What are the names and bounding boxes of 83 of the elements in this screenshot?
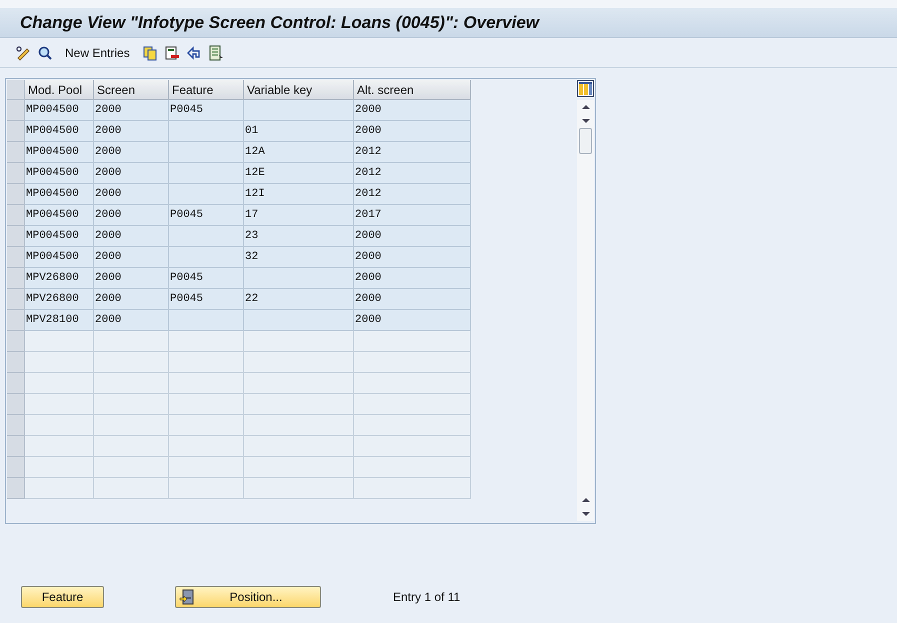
table-cell: 2000 — [94, 226, 169, 247]
select-all-corner[interactable] — [7, 80, 25, 100]
row-selector[interactable] — [7, 436, 25, 457]
table-cell: 01 — [244, 121, 354, 142]
table-cell: MP004500 — [25, 226, 94, 247]
table-cell: 2000 — [94, 310, 169, 331]
table-cell: 2000 — [94, 121, 169, 142]
table-cell: MP004500 — [25, 142, 94, 163]
row-selector[interactable] — [7, 247, 25, 268]
table-cell: 2012 — [354, 184, 471, 205]
row-selector[interactable] — [7, 121, 25, 142]
row-selector[interactable] — [7, 289, 25, 310]
copy-icon[interactable] — [142, 44, 158, 60]
table-cell: 23 — [244, 226, 354, 247]
table-cell: 32 — [244, 247, 354, 268]
table-cell: 2000 — [94, 205, 169, 226]
table-cell: 22 — [244, 289, 354, 310]
scrollbar[interactable] — [577, 100, 594, 521]
row-selector[interactable] — [7, 478, 25, 499]
row-selector[interactable] — [7, 394, 25, 415]
table-cell: MP004500 — [25, 184, 94, 205]
table-cell: P0045 — [169, 289, 244, 310]
table-cell: 2000 — [94, 247, 169, 268]
row-selector[interactable] — [7, 331, 25, 352]
position-button[interactable]: Position... — [175, 586, 321, 608]
table-cell: MP004500 — [25, 121, 94, 142]
table-cell: P0045 — [169, 268, 244, 289]
column-header[interactable]: Variable key — [244, 80, 354, 100]
table-cell: MP004500 — [25, 100, 94, 121]
row-selector[interactable] — [7, 373, 25, 394]
table-cell: 2000 — [354, 289, 471, 310]
table-cell: 17 — [244, 205, 354, 226]
search-icon[interactable] — [37, 44, 53, 60]
row-selector[interactable] — [7, 184, 25, 205]
table-cell: 2000 — [354, 121, 471, 142]
table-cell: MP004500 — [25, 163, 94, 184]
table-cell: 2000 — [354, 100, 471, 121]
delete-row-icon[interactable] — [164, 44, 180, 60]
column-settings-icon[interactable] — [577, 80, 594, 97]
table-cell: 2000 — [94, 100, 169, 121]
table-cell: P0045 — [169, 205, 244, 226]
column-header[interactable]: Alt. screen — [354, 80, 471, 100]
row-selector[interactable] — [7, 268, 25, 289]
column-header[interactable]: Feature — [169, 80, 244, 100]
table-cell: 12I — [244, 184, 354, 205]
new-entries-button[interactable]: New Entries — [59, 44, 136, 62]
row-selector[interactable] — [7, 100, 25, 121]
row-selector[interactable] — [7, 205, 25, 226]
table-cell: 2000 — [94, 268, 169, 289]
table-cell: 2000 — [94, 163, 169, 184]
row-selector[interactable] — [7, 352, 25, 373]
entry-count: Entry 1 of 11 — [393, 589, 460, 606]
feature-button[interactable]: Feature — [21, 586, 104, 608]
table-cell: 2000 — [354, 226, 471, 247]
table-cell: 2000 — [94, 184, 169, 205]
table-cell: 2000 — [94, 289, 169, 310]
column-header[interactable]: Screen — [94, 80, 169, 100]
row-selector[interactable] — [7, 310, 25, 331]
row-selector[interactable] — [7, 142, 25, 163]
row-selector[interactable] — [7, 163, 25, 184]
table-cell: P0045 — [169, 100, 244, 121]
window-title: Change View "Infotype Screen Control: Loans (0045)": Overview — [20, 12, 539, 34]
table-cell: MPV26800 — [25, 289, 94, 310]
table-cell: MP004500 — [25, 205, 94, 226]
table-cell: 2000 — [354, 247, 471, 268]
row-selector[interactable] — [7, 457, 25, 478]
table-cell: MP004500 — [25, 247, 94, 268]
table-cell: 12E — [244, 163, 354, 184]
undo-icon[interactable] — [186, 44, 202, 60]
table-cell: 2000 — [354, 268, 471, 289]
column-header[interactable]: Mod. Pool — [25, 80, 94, 100]
row-selector[interactable] — [7, 226, 25, 247]
table-cell: 2012 — [354, 163, 471, 184]
table-cell: 2012 — [354, 142, 471, 163]
scroll-thumb[interactable] — [579, 128, 592, 154]
table-cell: 2000 — [94, 142, 169, 163]
table-cell: 2017 — [354, 205, 471, 226]
row-selector[interactable] — [7, 415, 25, 436]
table-cell: 2000 — [354, 310, 471, 331]
table-cell: 12A — [244, 142, 354, 163]
table-cell: MPV26800 — [25, 268, 94, 289]
table-cell: MPV28100 — [25, 310, 94, 331]
position-icon — [179, 589, 195, 605]
